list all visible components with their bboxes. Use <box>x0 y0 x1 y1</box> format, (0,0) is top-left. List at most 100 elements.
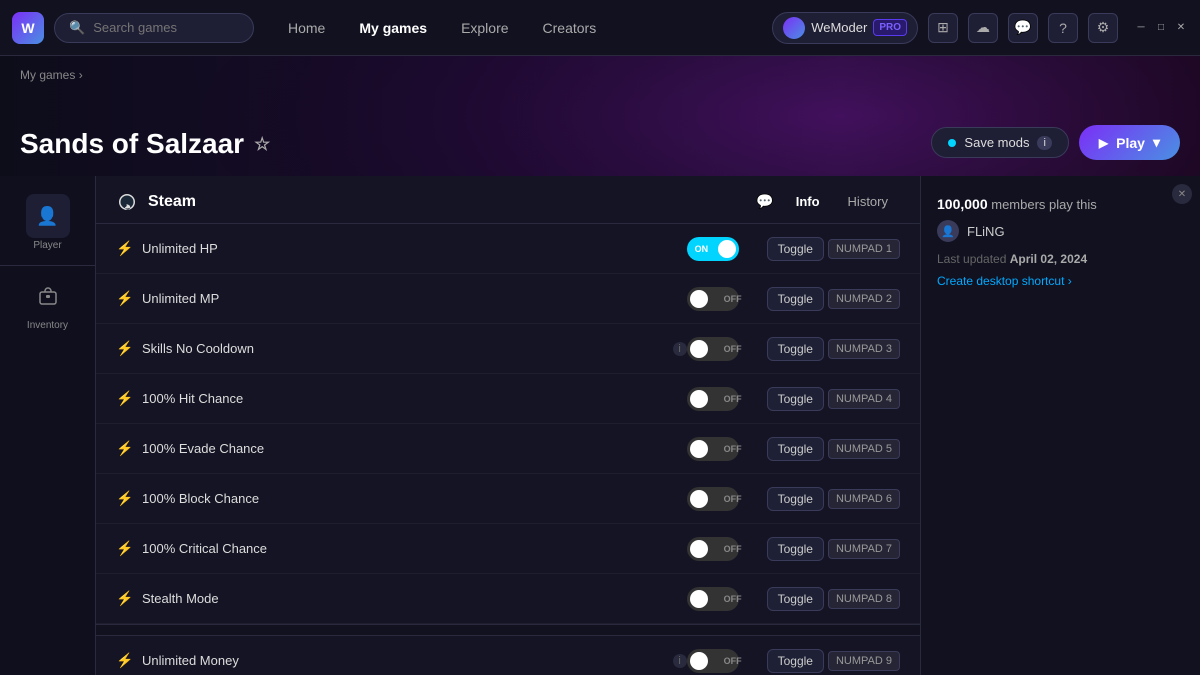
sidebar-section-inventory: Inventory <box>0 265 95 341</box>
toggle-100-hit[interactable]: OFF <box>687 387 747 411</box>
creator-avatar: 👤 <box>937 220 959 242</box>
status-dot <box>948 139 956 147</box>
game-title: Sands of Salzaar ☆ <box>20 128 270 160</box>
app-logo[interactable]: W <box>12 12 44 44</box>
key-tag-numpad9: NUMPAD 9 <box>828 651 900 671</box>
cloud-icon-btn[interactable]: ☁ <box>968 13 998 43</box>
sidebar-label-inventory: Inventory <box>27 320 68 331</box>
pro-badge: PRO <box>873 19 907 36</box>
user-badge[interactable]: WeModer PRO <box>772 12 918 44</box>
sidebar-item-inventory[interactable] <box>26 274 70 318</box>
sidebar-item-player[interactable]: 👤 <box>26 194 70 238</box>
members-stat: 100,000 members play this <box>937 196 1184 212</box>
play-button[interactable]: ▶ Play ▾ <box>1079 125 1180 160</box>
platform-tabs: 💬 Info History <box>756 190 900 213</box>
close-panel-button[interactable]: ✕ <box>1172 184 1192 204</box>
toggle-100-critical[interactable]: OFF <box>687 537 747 561</box>
right-panel: ✕ 100,000 members play this 👤 FLiNG Last… <box>920 176 1200 675</box>
username: WeModer <box>811 20 867 35</box>
toggle-key-btn[interactable]: Toggle <box>767 537 824 561</box>
toggle-100-block[interactable]: OFF <box>687 487 747 511</box>
bolt-icon: ⚡ <box>116 540 134 557</box>
breadcrumb[interactable]: My games › <box>20 68 83 82</box>
last-updated: Last updated April 02, 2024 <box>937 252 1184 266</box>
bolt-icon: ⚡ <box>116 290 134 307</box>
toggle-key-btn[interactable]: Toggle <box>767 237 824 261</box>
nav-explore[interactable]: Explore <box>447 14 522 42</box>
mod-keys-100-hit: Toggle NUMPAD 4 <box>767 387 900 411</box>
search-bar[interactable]: 🔍 <box>54 13 254 43</box>
save-mods-button[interactable]: Save mods i <box>931 127 1069 158</box>
mods-content: Steam 💬 Info History ⚡ Unlimited HP ON <box>96 176 920 675</box>
mod-name: 100% Evade Chance <box>142 441 687 456</box>
chat-icon[interactable]: 💬 <box>756 193 773 210</box>
search-input[interactable] <box>93 20 239 35</box>
toggle-key-btn[interactable]: Toggle <box>767 387 824 411</box>
mod-keys-100-evade: Toggle NUMPAD 5 <box>767 437 900 461</box>
play-dropdown-arrow: ▾ <box>1153 134 1160 151</box>
maximize-button[interactable]: □ <box>1154 21 1168 35</box>
minimize-button[interactable]: ─ <box>1134 21 1148 35</box>
avatar <box>783 17 805 39</box>
key-tag-numpad5: NUMPAD 5 <box>828 439 900 459</box>
mod-name: Unlimited MP <box>142 291 687 306</box>
mod-keys-unlimited-mp: Toggle NUMPAD 2 <box>767 287 900 311</box>
mod-row-100-block-chance: ⚡ 100% Block Chance OFF Toggle NUMPAD 6 <box>96 474 920 524</box>
info-icon[interactable]: i <box>673 342 687 356</box>
nav-my-games[interactable]: My games <box>345 14 441 42</box>
bolt-icon: ⚡ <box>116 390 134 407</box>
mod-keys-stealth: Toggle NUMPAD 8 <box>767 587 900 611</box>
close-button[interactable]: ✕ <box>1174 21 1188 35</box>
settings-icon-btn[interactable]: ⚙ <box>1088 13 1118 43</box>
key-tag-numpad8: NUMPAD 8 <box>828 589 900 609</box>
bolt-icon: ⚡ <box>116 590 134 607</box>
bolt-icon: ⚡ <box>116 652 134 669</box>
bolt-icon: ⚡ <box>116 340 134 357</box>
toggle-key-btn[interactable]: Toggle <box>767 587 824 611</box>
toggle-stealth[interactable]: OFF <box>687 587 747 611</box>
desktop-shortcut-link[interactable]: Create desktop shortcut › <box>937 274 1184 288</box>
toggle-unlimited-mp[interactable]: OFF <box>687 287 747 311</box>
key-tag-numpad7: NUMPAD 7 <box>828 539 900 559</box>
mod-name: 100% Block Chance <box>142 491 687 506</box>
toggle-unlimited-money[interactable]: OFF <box>687 649 747 673</box>
discord-icon-btn[interactable]: 💬 <box>1008 13 1038 43</box>
tab-history[interactable]: History <box>836 190 900 213</box>
hero-actions: Save mods i ▶ Play ▾ <box>931 125 1180 160</box>
nav-home[interactable]: Home <box>274 14 339 42</box>
mod-row-unlimited-money: ⚡ Unlimited Money i OFF Toggle NUMPAD 9 <box>96 636 920 675</box>
left-sidebar: 👤 Player Inventory <box>0 176 96 675</box>
toggle-key-btn[interactable]: Toggle <box>767 437 824 461</box>
mod-name: Skills No Cooldown <box>142 341 669 356</box>
sidebar-section-player: 👤 Player <box>0 186 95 261</box>
toggle-key-btn[interactable]: Toggle <box>767 487 824 511</box>
window-controls: ─ □ ✕ <box>1134 21 1188 35</box>
nav-links: Home My games Explore Creators <box>274 14 610 42</box>
inventory-mods-section: ⚡ Unlimited Money i OFF Toggle NUMPAD 9 … <box>96 636 920 675</box>
mod-row-unlimited-mp: ⚡ Unlimited MP OFF Toggle NUMPAD 2 <box>96 274 920 324</box>
main-layout: 👤 Player Inventory Steam <box>0 176 1200 675</box>
mod-row-skills-no-cooldown: ⚡ Skills No Cooldown i OFF Toggle NUMPAD… <box>96 324 920 374</box>
mod-name: 100% Critical Chance <box>142 541 687 556</box>
toggle-key-btn[interactable]: Toggle <box>767 287 824 311</box>
toggle-skills-no-cooldown[interactable]: OFF <box>687 337 747 361</box>
mod-keys-unlimited-hp: Toggle NUMPAD 1 <box>767 237 900 261</box>
mod-keys-skills-no-cooldown: Toggle NUMPAD 3 <box>767 337 900 361</box>
bolt-icon: ⚡ <box>116 490 134 507</box>
key-tag-numpad1: NUMPAD 1 <box>828 239 900 259</box>
grid-icon-btn[interactable]: ⊞ <box>928 13 958 43</box>
tab-info[interactable]: Info <box>784 190 832 213</box>
toggle-key-btn[interactable]: Toggle <box>767 649 824 673</box>
info-icon[interactable]: i <box>673 654 687 668</box>
nav-creators[interactable]: Creators <box>529 14 611 42</box>
toggle-100-evade[interactable]: OFF <box>687 437 747 461</box>
help-icon-btn[interactable]: ? <box>1048 13 1078 43</box>
play-icon: ▶ <box>1099 136 1108 150</box>
toggle-key-btn[interactable]: Toggle <box>767 337 824 361</box>
steam-icon <box>116 191 138 213</box>
toggle-unlimited-hp[interactable]: ON <box>687 237 747 261</box>
mod-row-unlimited-hp: ⚡ Unlimited HP ON Toggle NUMPAD 1 <box>96 224 920 274</box>
mod-row-stealth-mode: ⚡ Stealth Mode OFF Toggle NUMPAD 8 <box>96 574 920 624</box>
mod-keys-unlimited-money: Toggle NUMPAD 9 <box>767 649 900 673</box>
favorite-icon[interactable]: ☆ <box>254 134 270 155</box>
